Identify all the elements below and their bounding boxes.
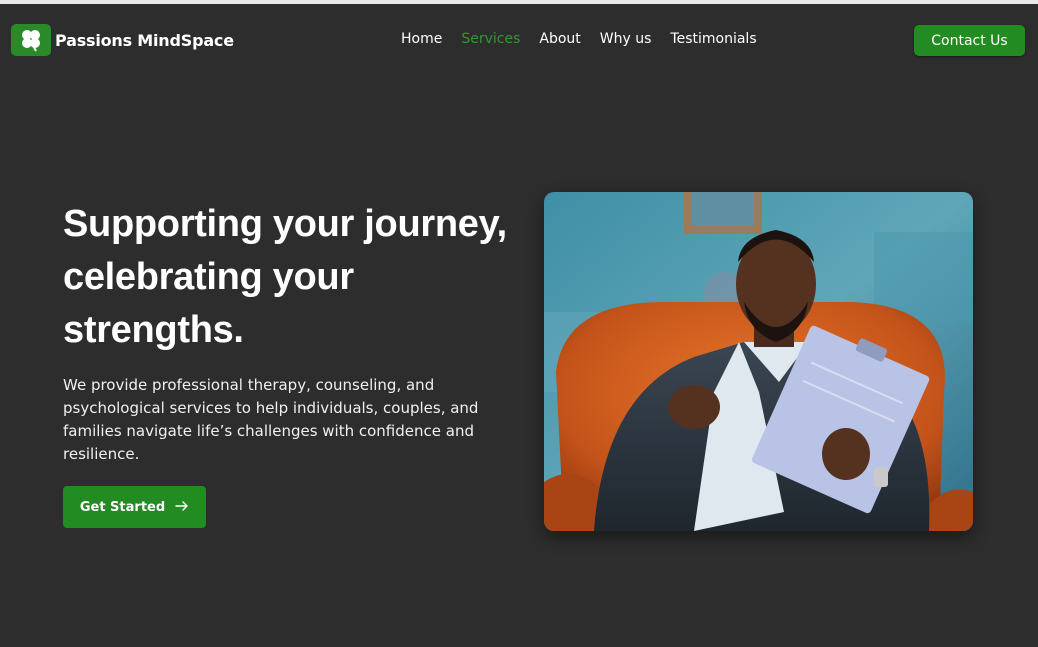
- nav-item-about[interactable]: About: [539, 31, 580, 47]
- get-started-button[interactable]: Get Started: [63, 486, 206, 528]
- hero-title: Supporting your journey, celebrating you…: [63, 203, 507, 351]
- arrow-right-icon: [175, 500, 189, 515]
- nav-item-testimonials[interactable]: Testimonials: [670, 31, 756, 47]
- nav-item-why-us[interactable]: Why us: [600, 31, 652, 47]
- clover-icon: [11, 24, 51, 56]
- nav-item-services[interactable]: Services: [461, 31, 520, 47]
- contact-us-button[interactable]: Contact Us: [914, 25, 1025, 56]
- site-header: Passions MindSpace Home Services About W…: [0, 4, 1038, 76]
- therapist-photo: [544, 192, 973, 531]
- main-nav: Home Services About Why us Testimonials: [401, 31, 776, 47]
- get-started-label: Get Started: [79, 499, 166, 515]
- nav-item-home[interactable]: Home: [401, 31, 442, 47]
- hero-description: We provide professional therapy, counsel…: [63, 376, 479, 463]
- brand-logo-link[interactable]: Passions MindSpace: [11, 24, 234, 56]
- brand-name: Passions MindSpace: [55, 30, 234, 50]
